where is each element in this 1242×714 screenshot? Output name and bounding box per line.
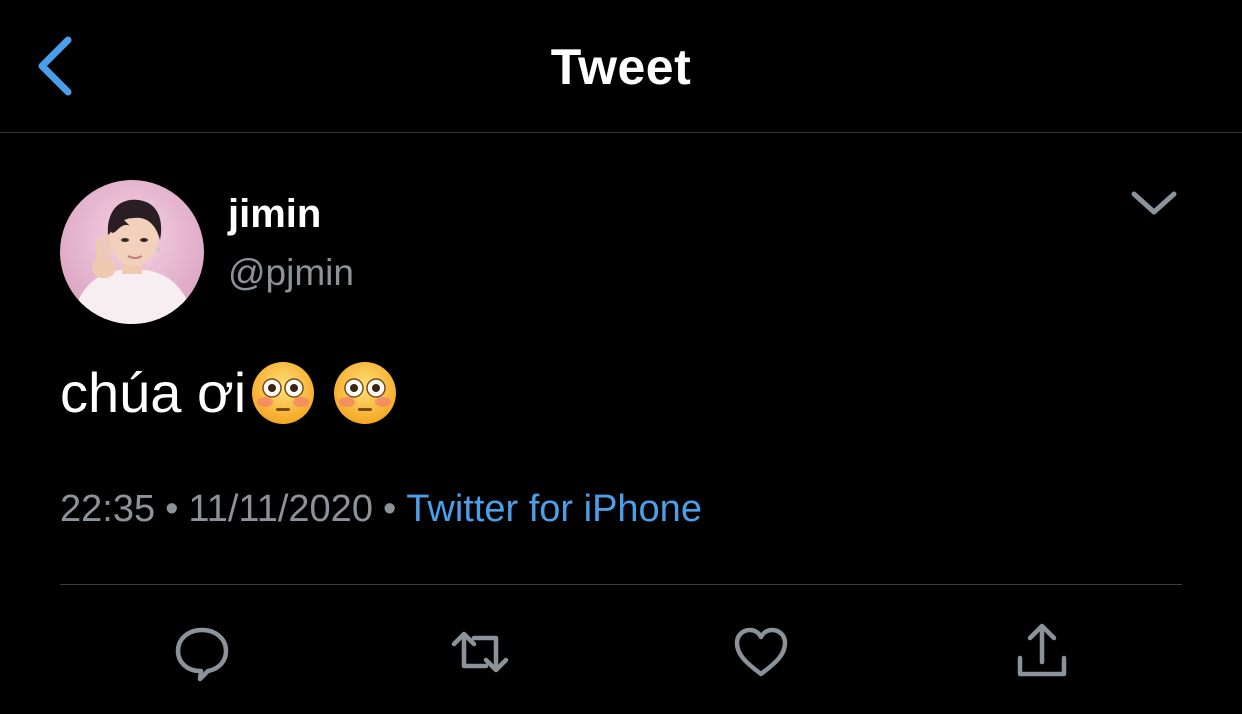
retweet-button[interactable]: [450, 622, 510, 682]
tweet-text: chúa ơi: [60, 361, 247, 424]
share-icon: [1017, 623, 1067, 677]
tweet-author-header: jimin @pjmin: [60, 180, 1182, 330]
separator-dot: •: [165, 488, 179, 530]
author-handle[interactable]: @pjmin: [228, 250, 354, 296]
page-title: Tweet: [550, 39, 692, 95]
tweet-metadata: 22:35 • 11/11/2020 • Twitter for iPhone: [60, 486, 702, 532]
navigation-bar: Tweet: [0, 0, 1242, 133]
flushed-face-emoji: [252, 362, 315, 424]
author-display-name[interactable]: jimin: [228, 190, 321, 238]
reply-button[interactable]: [172, 622, 232, 682]
tweet-body: chúa ơi: [60, 360, 398, 426]
like-button[interactable]: [731, 622, 791, 682]
divider: [60, 584, 1182, 585]
tweet-action-bar: [60, 612, 1182, 692]
separator-dot: •: [382, 488, 397, 530]
share-button[interactable]: [1012, 622, 1072, 682]
avatar-photo: [60, 180, 204, 324]
retweet-icon: [451, 631, 509, 673]
reply-icon: [175, 627, 229, 682]
flushed-face-emoji: [334, 362, 397, 424]
chevron-down-icon: [1131, 191, 1177, 215]
tweet-detail-screen: Tweet jimin @pjmin chúa ơi 22:35 • 11/11…: [0, 0, 1242, 714]
tweet-source-link[interactable]: Twitter for iPhone: [406, 488, 702, 530]
more-options-button[interactable]: [1126, 180, 1182, 228]
tweet-date: 11/11/2020: [188, 488, 373, 530]
avatar[interactable]: [60, 180, 204, 324]
tweet-time: 22:35: [60, 488, 156, 530]
like-icon: [734, 627, 788, 677]
